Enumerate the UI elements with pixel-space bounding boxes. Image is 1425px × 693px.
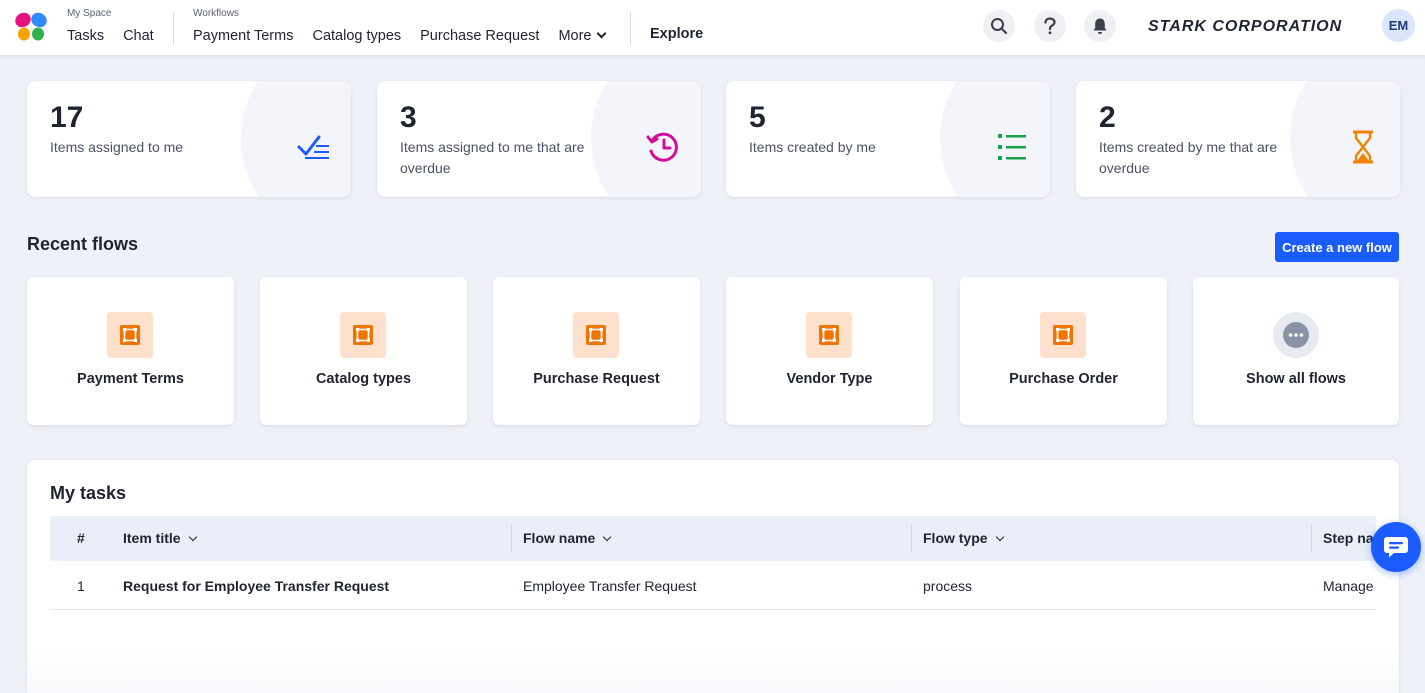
stat-value: 2: [1099, 101, 1116, 134]
list-icon: [998, 134, 1026, 160]
panel-fade: [27, 650, 1399, 693]
stat-label: Items created by me: [749, 139, 876, 155]
more-label: More: [558, 28, 592, 44]
app-logo[interactable]: [14, 11, 48, 43]
column-divider[interactable]: [911, 525, 912, 552]
column-header-label: Item title: [123, 530, 181, 546]
hourglass-icon: [1353, 130, 1373, 164]
nav-divider: [173, 12, 174, 45]
chat-button[interactable]: [1371, 522, 1421, 572]
column-header-number: #: [77, 530, 85, 546]
stat-value: 3: [400, 101, 417, 134]
row-flow-type: process: [923, 578, 973, 594]
flow-icon: [573, 312, 619, 358]
top-navigation-bar: My Space Tasks Chat Workflows Payment Te…: [0, 0, 1425, 55]
recent-flows-title: Recent flows: [27, 234, 139, 254]
help-button[interactable]: [1034, 10, 1066, 42]
flow-card-purchase-order[interactable]: Purchase Order: [960, 277, 1167, 425]
my-tasks-title: My tasks: [50, 483, 127, 503]
stat-card-assigned-overdue[interactable]: 3 Items assigned to me that are overdue: [377, 81, 701, 197]
column-header-label: Flow name: [523, 530, 596, 546]
flow-icon: [340, 312, 386, 358]
row-number: 1: [77, 578, 85, 594]
stat-card-created[interactable]: 5 Items created by me: [726, 81, 1050, 197]
chevron-down-icon: [995, 532, 1004, 542]
nav-tasks[interactable]: Tasks: [67, 28, 104, 45]
notifications-button[interactable]: [1084, 10, 1116, 42]
stat-label: Items created by me that are overdue: [1099, 139, 1278, 176]
nav-divider: [630, 12, 631, 45]
flow-card-payment-terms[interactable]: Payment Terms: [27, 277, 234, 425]
help-icon: [1044, 17, 1056, 35]
column-header-flow-type[interactable]: Flow type: [923, 516, 1004, 561]
stat-card-created-overdue[interactable]: 2 Items created by me that are overdue: [1076, 81, 1400, 197]
flow-name: Catalog types: [315, 371, 412, 387]
nav-payment-terms[interactable]: Payment Terms: [193, 28, 293, 45]
column-divider[interactable]: [1311, 525, 1312, 552]
my-tasks-panel: My tasks # Item title Flow name Flow typ…: [27, 460, 1399, 693]
flow-card-catalog-types[interactable]: Catalog types: [260, 277, 467, 425]
stat-card-assigned[interactable]: 17 Items assigned to me: [27, 81, 351, 197]
checklist-icon: [297, 135, 329, 159]
search-button[interactable]: [983, 10, 1015, 42]
nav-purchase-request[interactable]: Purchase Request: [420, 28, 539, 45]
create-new-flow-button[interactable]: Create a new flow: [1275, 232, 1399, 262]
show-all-flows-label: Show all flows: [1246, 371, 1346, 387]
nav-more-dropdown[interactable]: More: [558, 28, 607, 45]
workflows-caption: Workflows: [193, 8, 239, 19]
chat-bubble-icon: [1384, 537, 1408, 558]
nav-catalog-types[interactable]: Catalog types: [312, 28, 401, 45]
table-row[interactable]: 1 Request for Employee Transfer Request …: [50, 563, 1376, 610]
flow-card-vendor-type[interactable]: Vendor Type: [726, 277, 933, 425]
more-dots-icon: [1273, 312, 1319, 358]
avatar[interactable]: EM: [1382, 9, 1415, 42]
column-header-step-name[interactable]: Step na: [1323, 516, 1374, 561]
stat-value: 5: [749, 101, 766, 134]
show-all-flows-card[interactable]: Show all flows: [1193, 277, 1399, 425]
tasks-table-header: # Item title Flow name Flow type Step na: [50, 516, 1376, 561]
row-item-title[interactable]: Request for Employee Transfer Request: [123, 563, 389, 610]
nav-chat[interactable]: Chat: [123, 28, 154, 45]
flow-name: Payment Terms: [77, 371, 184, 387]
my-space-caption: My Space: [67, 8, 112, 19]
brand-logo-text: STARK CORPORATION: [1148, 18, 1342, 35]
flow-icon: [806, 312, 852, 358]
history-icon: [646, 132, 678, 162]
flow-icon: [1040, 312, 1086, 358]
brand-logo: STARK CORPORATION: [1148, 18, 1342, 35]
flow-name: Purchase Request: [533, 371, 660, 387]
row-step-name: Manage: [1323, 578, 1374, 594]
row-flow-name: Employee Transfer Request: [523, 578, 697, 594]
bell-icon: [1093, 18, 1107, 34]
nav-explore[interactable]: Explore: [650, 26, 703, 42]
stat-label: Items assigned to me: [50, 139, 184, 155]
flow-card-purchase-request[interactable]: Purchase Request: [493, 277, 700, 425]
chevron-down-icon: [188, 532, 197, 542]
column-header-label: Flow type: [923, 530, 988, 546]
column-header-flow-name[interactable]: Flow name: [523, 516, 612, 561]
chevron-down-icon: [597, 28, 607, 39]
flow-name: Purchase Order: [1009, 371, 1118, 387]
flow-icon: [107, 312, 153, 358]
stat-label: Items assigned to me that are overdue: [400, 139, 585, 176]
stat-value: 17: [50, 101, 84, 134]
workflows-nav-group: Workflows Payment Terms Catalog types Pu…: [193, 8, 607, 45]
my-space-nav-group: My Space Tasks Chat: [67, 8, 154, 45]
search-icon: [991, 18, 1008, 35]
flow-name: Vendor Type: [786, 371, 873, 387]
chevron-down-icon: [603, 532, 612, 542]
column-divider[interactable]: [511, 525, 512, 552]
column-header-item-title[interactable]: Item title: [123, 516, 197, 561]
